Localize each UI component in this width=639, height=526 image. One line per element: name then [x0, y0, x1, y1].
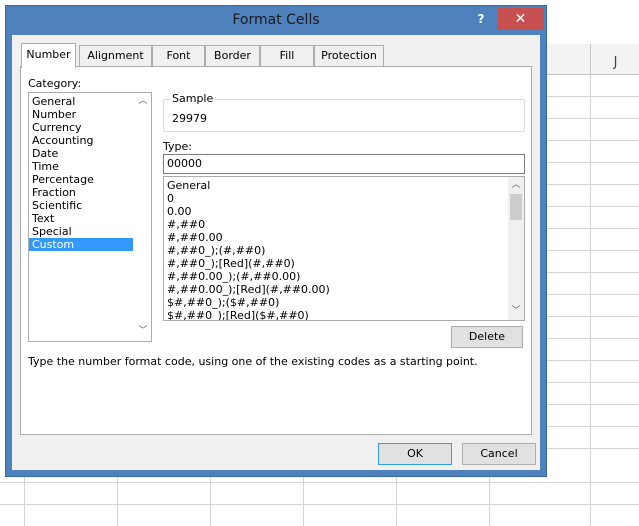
number-tab-panel: Category: General Number Currency Accoun…: [20, 66, 532, 435]
scroll-thumb[interactable]: [510, 194, 522, 220]
grid-line: [546, 404, 639, 405]
category-listbox[interactable]: General Number Currency Accounting Date …: [28, 92, 152, 342]
type-input[interactable]: 00000: [163, 154, 525, 174]
sample-groupbox: Sample 29979: [163, 92, 525, 132]
category-item-special[interactable]: Special: [29, 225, 133, 238]
grid-line: [24, 476, 25, 526]
tab-number[interactable]: Number: [21, 43, 76, 68]
grid-line: [546, 272, 639, 273]
help-button[interactable]: ?: [472, 10, 490, 28]
ok-button[interactable]: OK: [378, 443, 452, 465]
grid-line: [546, 250, 639, 251]
grid-line: [0, 482, 639, 483]
format-item[interactable]: General: [164, 179, 506, 192]
scroll-up-icon[interactable]: ︿: [135, 93, 151, 109]
category-item-date[interactable]: Date: [29, 147, 133, 160]
column-header-j[interactable]: J: [590, 44, 639, 74]
format-item[interactable]: #,##0_);[Red](#,##0): [164, 257, 506, 270]
category-item-time[interactable]: Time: [29, 160, 133, 173]
dialog-titlebar[interactable]: Format Cells ? ✕: [6, 6, 546, 34]
sample-label: Sample: [170, 92, 216, 105]
format-item[interactable]: #,##0: [164, 218, 506, 231]
tab-alignment[interactable]: Alignment: [79, 45, 152, 66]
delete-label: Delete: [468, 330, 506, 343]
grid-line: [546, 448, 639, 449]
tab-font[interactable]: Font: [152, 45, 205, 66]
category-item-text[interactable]: Text: [29, 212, 133, 225]
sample-value: 29979: [172, 112, 207, 125]
grid-line: [546, 294, 639, 295]
grid-line: [303, 476, 304, 526]
format-cells-dialog: Format Cells ? ✕ Number Alignment Font B…: [5, 5, 547, 477]
format-item[interactable]: $#,##0_);[Red]($#,##0): [164, 309, 506, 320]
grid-line: [546, 316, 639, 317]
type-label: Type:: [163, 140, 192, 153]
grid-line: [546, 382, 639, 383]
grid-line: [590, 74, 591, 526]
tab-border[interactable]: Border: [205, 45, 260, 66]
category-item-number[interactable]: Number: [29, 108, 133, 121]
cancel-button[interactable]: Cancel: [462, 443, 536, 465]
close-button[interactable]: ✕: [497, 8, 544, 30]
dialog-title: Format Cells: [232, 12, 320, 28]
grid-line: [546, 140, 639, 141]
category-item-currency[interactable]: Currency: [29, 121, 133, 134]
grid-line: [546, 96, 639, 97]
grid-line: [0, 504, 639, 505]
scroll-up-icon[interactable]: ︿: [508, 177, 524, 193]
grid-line: [546, 360, 639, 361]
scroll-down-icon[interactable]: ﹀: [135, 323, 151, 339]
category-item-percentage[interactable]: Percentage: [29, 173, 133, 186]
tab-protection[interactable]: Protection: [314, 45, 384, 66]
grid-line: [546, 206, 639, 207]
category-item-scientific[interactable]: Scientific: [29, 199, 133, 212]
format-item[interactable]: #,##0_);(#,##0): [164, 244, 506, 257]
category-label: Category:: [28, 77, 82, 90]
tab-fill[interactable]: Fill: [260, 45, 314, 66]
format-item[interactable]: #,##0.00_);(#,##0.00): [164, 270, 506, 283]
format-hint: Type the number format code, using one o…: [28, 355, 478, 368]
grid-line: [546, 118, 639, 119]
scroll-down-icon[interactable]: ﹀: [508, 303, 524, 319]
type-scrollbar[interactable]: ︿ ﹀: [508, 177, 524, 320]
close-icon: ✕: [514, 11, 527, 27]
grid-line: [546, 426, 639, 427]
category-item-custom[interactable]: Custom: [29, 238, 133, 251]
grid-line: [489, 476, 490, 526]
format-item[interactable]: $#,##0_);($#,##0): [164, 296, 506, 309]
grid-line: [546, 162, 639, 163]
category-scrollbar[interactable]: ︿ ﹀: [135, 93, 151, 341]
format-item[interactable]: 0: [164, 192, 506, 205]
format-item[interactable]: 0.00: [164, 205, 506, 218]
category-item-fraction[interactable]: Fraction: [29, 186, 133, 199]
grid-line: [546, 338, 639, 339]
type-format-listbox[interactable]: General 0 0.00 #,##0 #,##0.00 #,##0_);(#…: [163, 176, 525, 321]
dialog-client-area: Number Alignment Font Border Fill Protec…: [12, 35, 540, 470]
category-item-general[interactable]: General: [29, 95, 133, 108]
grid-line: [546, 228, 639, 229]
grid-line: [546, 184, 639, 185]
grid-line: [210, 476, 211, 526]
delete-button[interactable]: Delete: [451, 326, 523, 348]
category-item-accounting[interactable]: Accounting: [29, 134, 133, 147]
grid-line: [396, 476, 397, 526]
grid-line: [117, 476, 118, 526]
format-item[interactable]: #,##0.00_);[Red](#,##0.00): [164, 283, 506, 296]
format-item[interactable]: #,##0.00: [164, 231, 506, 244]
